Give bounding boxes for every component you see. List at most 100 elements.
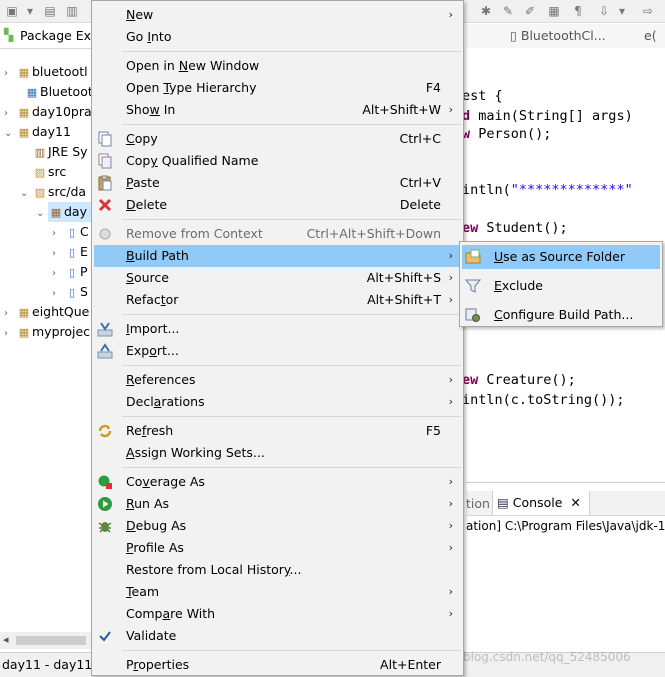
whitespace-icon[interactable]: ¶	[570, 3, 586, 19]
tree-item[interactable]: › ▯ C	[52, 222, 89, 242]
tree-item[interactable]: › ▯ E	[52, 242, 88, 262]
tree-item[interactable]: › ▯ S	[52, 282, 88, 302]
chevron-right-icon[interactable]: ›	[52, 244, 64, 264]
menu-item-shortcut: Alt+Shift+T	[367, 292, 441, 307]
annotation-icon[interactable]: ✐	[522, 3, 538, 19]
menu-item-label: Build Path	[126, 248, 189, 263]
tree-item[interactable]: › ▦ eightQue	[4, 302, 89, 322]
project-icon: ▥	[34, 146, 46, 159]
tab-console[interactable]: ▤ Console ✕	[492, 491, 590, 515]
chevron-down-icon[interactable]: ⌄	[20, 184, 32, 204]
import-icon	[97, 321, 113, 337]
chevron-right-icon[interactable]: ›	[4, 104, 16, 124]
menu-item-coverage-as[interactable]: Coverage As ›	[94, 471, 461, 493]
submenu-item-label: Use as Source Folder	[494, 249, 626, 264]
submenu-item-configure-build-path[interactable]: Configure Build Path...	[462, 303, 660, 327]
package-explorer-icon: ▚	[4, 28, 14, 42]
menu-separator	[122, 314, 461, 315]
menu-item-assign-working-sets[interactable]: Assign Working Sets...	[94, 442, 461, 464]
project-icon: ▯	[68, 246, 76, 259]
tree-item[interactable]: › ▯ P	[52, 262, 88, 282]
tree-item[interactable]: ⌄ ▦ day	[36, 202, 87, 222]
menu-item-profile-as[interactable]: Profile As ›	[94, 537, 461, 559]
menu-item-debug-as[interactable]: Debug As ›	[94, 515, 461, 537]
save-icon[interactable]: ▤	[42, 3, 58, 19]
tree-item[interactable]: › ▦ myprojec	[4, 322, 90, 342]
tree-item[interactable]: ⌄ ▨ src/da	[20, 182, 86, 202]
tree-item[interactable]: › ▦ bluetootl	[4, 62, 88, 82]
menu-item-validate[interactable]: Validate	[94, 625, 461, 647]
chevron-down-icon[interactable]: ⌄	[4, 124, 16, 144]
toggle-icon[interactable]: ▦	[546, 3, 562, 19]
menu-item-label: Validate	[126, 628, 177, 643]
tree-item[interactable]: › ▦ day10pra	[4, 102, 92, 122]
chevron-right-icon[interactable]: ›	[4, 64, 16, 84]
menu-item-refresh[interactable]: Refresh F5	[94, 420, 461, 442]
tree-item-label: P	[80, 264, 88, 279]
menu-item-references[interactable]: References ›	[94, 369, 461, 391]
menu-item-properties[interactable]: Properties Alt+Enter	[94, 654, 461, 676]
menu-item-new[interactable]: New ›	[94, 4, 461, 26]
tab-bluetooth[interactable]: ▯ BluetoothCl...	[510, 28, 606, 43]
scrollbar-thumb[interactable]	[16, 636, 86, 645]
menu-item-refactor[interactable]: Refactor Alt+Shift+T ›	[94, 289, 461, 311]
project-icon: ▦	[26, 86, 38, 99]
menu-item-label: New	[126, 7, 154, 22]
submenu-item-use-as-source-folder[interactable]: Use as Source Folder	[462, 245, 660, 269]
close-icon[interactable]: ✕	[570, 495, 580, 510]
submenu-item-exclude[interactable]: Exclude	[462, 274, 660, 298]
tree-item[interactable]: ⌄ ▦ day11	[4, 122, 71, 142]
package-explorer-tab[interactable]: ▚ Package Exp	[0, 24, 92, 49]
scroll-left-icon[interactable]: ◂	[3, 633, 9, 646]
tree-item-label: src	[48, 164, 67, 179]
chevron-right-icon[interactable]: ›	[52, 264, 64, 284]
menu-item-delete[interactable]: Delete Delete	[94, 194, 461, 216]
tree-item[interactable]: ▦ Bluetootl	[12, 82, 92, 102]
menu-item-declarations[interactable]: Declarations ›	[94, 391, 461, 413]
menu-item-source[interactable]: Source Alt+Shift+S ›	[94, 267, 461, 289]
menu-item-restore-from-local-history[interactable]: Restore from Local History...	[94, 559, 461, 581]
chevron-right-icon[interactable]: ›	[52, 224, 64, 244]
chevron-down-icon[interactable]: ▾	[614, 3, 630, 19]
package-tree: › ▦ bluetootl ▦ Bluetootl › ▦ day10pra ⌄ ▦ day11 …	[0, 62, 92, 352]
chevron-right-icon[interactable]: ›	[4, 324, 16, 344]
pen-icon[interactable]: ✎	[500, 3, 516, 19]
console-panel: tion ▤ Console ✕ ation] C:\Program Files…	[466, 482, 665, 653]
menu-item-paste[interactable]: Paste Ctrl+V	[94, 172, 461, 194]
menu-item-run-as[interactable]: Run As ›	[94, 493, 461, 515]
menu-item-copy[interactable]: Copy Ctrl+C	[94, 128, 461, 150]
menu-item-compare-with[interactable]: Compare With ›	[94, 603, 461, 625]
search-icon[interactable]: ✱	[478, 3, 494, 19]
code-line: ew Student();	[462, 220, 568, 236]
menu-item-go-into[interactable]: Go Into	[94, 26, 461, 48]
menu-item-export[interactable]: Export...	[94, 340, 461, 362]
chevron-right-icon[interactable]: ›	[4, 304, 16, 324]
forward-nav-icon[interactable]: ⇨	[640, 3, 656, 19]
new-wizard-icon[interactable]: ▣	[4, 3, 20, 19]
menu-item-open-in-new-window[interactable]: Open in New Window	[94, 55, 461, 77]
code-line: w Person();	[462, 126, 552, 142]
menu-item-label: Compare With	[126, 606, 216, 621]
menu-item-show-in[interactable]: Show In Alt+Shift+W ›	[94, 99, 461, 121]
build-path-submenu: Use as Source Folder Exclude Configure Bui…	[459, 241, 663, 327]
back-nav-icon[interactable]: ⇩	[596, 3, 612, 19]
menu-item-build-path[interactable]: Build Path ›	[94, 245, 461, 267]
tree-item[interactable]: ▥ JRE Sy	[20, 142, 88, 162]
package-explorer-title: Package Exp	[20, 28, 92, 43]
menu-item-copy-qualified-name[interactable]: Copy Qualified Name	[94, 150, 461, 172]
menu-item-label: Export...	[126, 343, 179, 358]
menu-item-open-type-hierarchy[interactable]: Open Type Hierarchy F4	[94, 77, 461, 99]
save-all-icon[interactable]: ▥	[64, 3, 80, 19]
menu-item-team[interactable]: Team ›	[94, 581, 461, 603]
tree-item[interactable]: ▨ src	[20, 162, 66, 182]
tab-other[interactable]: e(	[644, 28, 657, 43]
tab-previous-view[interactable]: tion	[466, 496, 490, 511]
menu-item-import[interactable]: Import...	[94, 318, 461, 340]
chevron-right-icon[interactable]: ›	[52, 284, 64, 304]
dropdown-icon[interactable]: ▾	[22, 3, 38, 19]
menu-item-label: Properties	[126, 657, 190, 672]
chevron-right-icon: ›	[448, 271, 453, 284]
chevron-down-icon[interactable]: ⌄	[36, 204, 48, 224]
horizontal-scrollbar[interactable]: ◂	[0, 632, 92, 649]
tree-item-label: day11	[32, 124, 71, 139]
